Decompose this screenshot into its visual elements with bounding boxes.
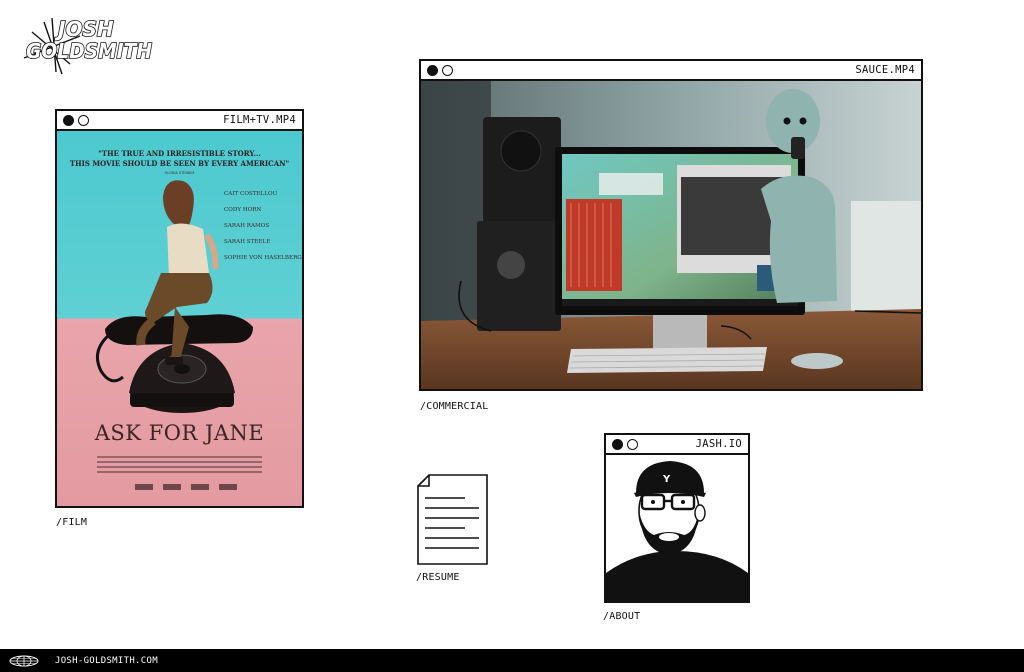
minimize-dot[interactable] [627,438,638,450]
footer-site-link[interactable]: JOSH-GOLDSMITH.COM [55,656,158,666]
about-window[interactable]: JASH.IO Y [604,433,750,603]
commercial-window-title: SAUCE.MP4 [855,64,915,76]
about-link[interactable]: /ABOUT [603,611,640,622]
portrait-illustration: Y [606,455,748,601]
film-window-title: FILM+TV.MP4 [223,114,296,126]
globe-icon[interactable] [9,655,39,667]
document-icon[interactable] [417,474,488,565]
about-portrait[interactable]: Y [606,455,748,601]
resume-link[interactable]: /RESUME [416,572,460,583]
film-link[interactable]: /FILM [56,517,87,528]
minimize-dot[interactable] [78,114,89,126]
film-poster[interactable]: "THE TRUE AND IRRESISTIBLE STORY... THIS… [57,131,302,506]
site-logo[interactable]: JOSH GOLDSMITH [22,14,156,78]
close-dot[interactable] [612,438,623,450]
poster-credits [97,453,262,477]
poster-studio-logos [135,484,237,490]
film-window[interactable]: FILM+TV.MP4 "THE TRUE AND IRRESISTIBLE S… [55,109,304,508]
poster-illustration [95,180,253,413]
close-dot[interactable] [63,114,74,126]
commercial-video-frame [421,81,921,389]
commercial-link[interactable]: /COMMERCIAL [420,401,488,412]
commercial-window[interactable]: SAUCE.MP4 [419,59,923,391]
logo-line-2: GOLDSMITH [26,39,152,63]
about-window-title: JASH.IO [695,438,742,450]
close-dot[interactable] [427,64,438,76]
poster-movie-title: ASK FOR JANE [94,421,265,445]
logo-line-1: JOSH [54,17,114,41]
commercial-video[interactable] [421,81,921,389]
film-window-titlebar[interactable]: FILM+TV.MP4 [57,111,302,131]
minimize-dot[interactable] [442,64,453,76]
svg-text:Y: Y [662,474,671,485]
commercial-window-titlebar[interactable]: SAUCE.MP4 [421,61,921,81]
footer-bar: JOSH-GOLDSMITH.COM [0,649,1024,672]
about-window-titlebar[interactable]: JASH.IO [606,435,748,455]
